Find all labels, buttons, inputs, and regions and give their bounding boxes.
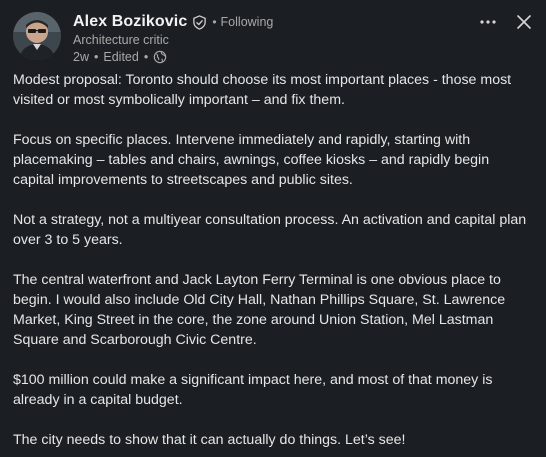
post-paragraph: The city needs to show that it can actua… xyxy=(13,432,406,448)
post-paragraph: The central waterfront and Jack Layton F… xyxy=(13,272,506,348)
globe-icon xyxy=(153,50,167,64)
author-headline: Architecture critic xyxy=(73,33,169,47)
post-header: Alex Bozikovic • Following Architecture … xyxy=(13,12,532,66)
author-name[interactable]: Alex Bozikovic xyxy=(73,13,187,31)
post-controls xyxy=(464,10,536,34)
separator-dot: • xyxy=(212,15,217,29)
post-paragraph: Modest proposal: Toronto should choose i… xyxy=(13,72,512,108)
post-body: Modest proposal: Toronto should choose i… xyxy=(13,70,533,450)
post-paragraph: $100 million could make a significant im… xyxy=(13,372,493,408)
post-paragraph: Focus on specific places. Intervene imme… xyxy=(13,132,490,188)
verified-shield-icon xyxy=(192,14,207,30)
avatar[interactable] xyxy=(13,12,61,60)
avatar-photo xyxy=(13,12,61,60)
feed-post: Alex Bozikovic • Following Architecture … xyxy=(0,0,546,457)
post-paragraph: Not a strategy, not a multiyear consulta… xyxy=(13,212,527,248)
post-age: 2w xyxy=(73,50,89,64)
more-horizontal-icon[interactable] xyxy=(476,10,500,34)
post-timestamp-row: 2w • Edited • xyxy=(73,49,532,65)
edited-label: Edited xyxy=(103,50,139,64)
following-status: Following xyxy=(220,15,274,29)
separator-dot: • xyxy=(93,50,99,64)
separator-dot: • xyxy=(143,50,149,64)
close-icon[interactable] xyxy=(512,10,536,34)
